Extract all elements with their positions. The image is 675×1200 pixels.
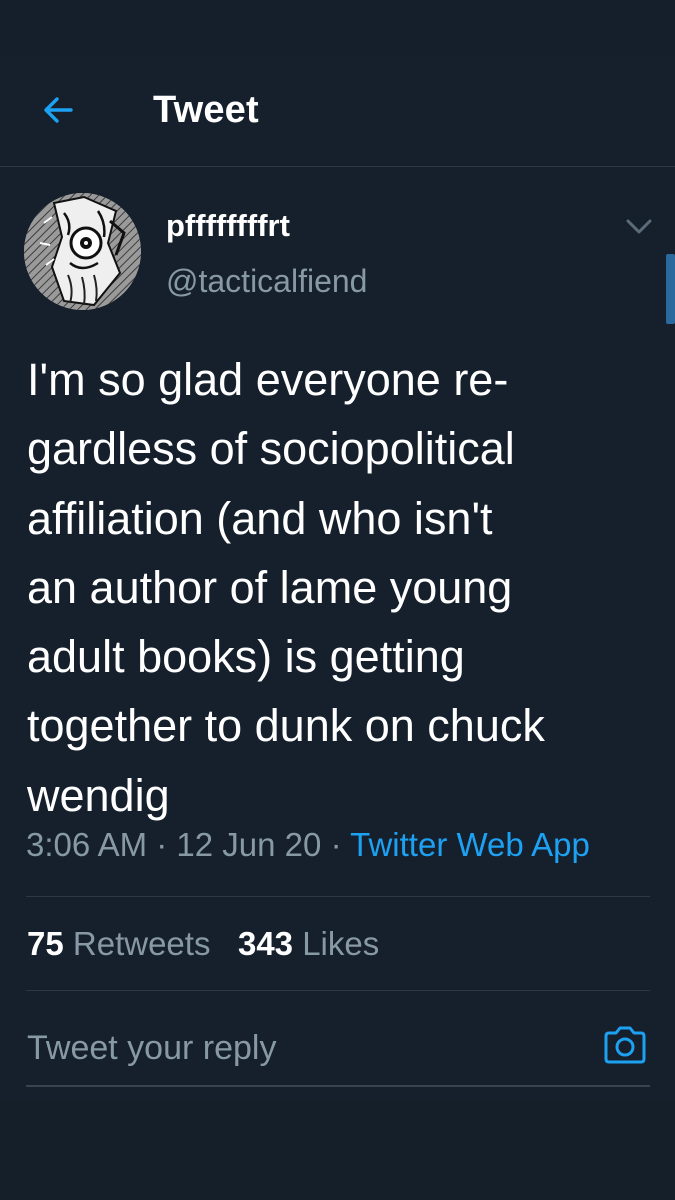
tweet-text-line: adult books) is getting — [27, 631, 465, 683]
tweet-detail: pffffffffrt @tacticalfiend I'm so glad e… — [0, 168, 675, 1100]
likes-stat[interactable]: 343 Likes — [238, 925, 379, 962]
tweet-time: 3:06 AM — [26, 826, 148, 863]
chevron-down-icon[interactable] — [622, 214, 656, 238]
avatar-image — [24, 193, 141, 310]
retweets-label: Retweets — [72, 925, 211, 962]
tweet-text-line: gardless of sociopolitical — [27, 423, 515, 475]
tweet-date: 12 Jun 20 — [176, 826, 322, 863]
likes-count: 343 — [237, 925, 294, 962]
meta-separator: · — [330, 826, 342, 863]
page-title: Tweet — [153, 89, 259, 131]
meta-separator: · — [156, 826, 168, 863]
tweet-text-line: affiliation (and who isn't — [27, 492, 493, 544]
camera-icon[interactable] — [601, 1024, 649, 1066]
top-app-bar: Tweet — [0, 56, 675, 167]
tweet-text: I'm so glad everyone re- gardless of soc… — [27, 345, 657, 830]
divider — [26, 896, 650, 897]
likes-label: Likes — [302, 925, 380, 962]
tweet-text-line: I'm so glad everyone re- — [27, 354, 509, 405]
status-bar — [0, 0, 675, 56]
avatar[interactable] — [24, 193, 141, 310]
author-handle[interactable]: @tacticalfiend — [166, 262, 367, 300]
retweets-count: 75 — [27, 925, 64, 962]
author-display-name[interactable]: pffffffffrt — [166, 208, 290, 244]
tweet-text-line: together to dunk on chuck — [27, 700, 545, 752]
reply-input[interactable]: Tweet your reply — [27, 1028, 276, 1068]
engagement-stats: 75 Retweets 343 Likes — [27, 924, 379, 964]
reply-input-underline — [26, 1085, 650, 1087]
tweet-source-link[interactable]: Twitter Web App — [350, 826, 590, 863]
retweets-stat[interactable]: 75 Retweets — [27, 925, 210, 962]
arrow-left-icon[interactable] — [38, 90, 78, 130]
tweet-text-line: an author of lame young — [27, 561, 513, 613]
tweet-text-line: wendig — [27, 769, 170, 821]
divider — [26, 990, 650, 991]
tweet-metadata: 3:06 AM · 12 Jun 20 · Twitter Web App — [26, 825, 590, 865]
scrollbar-thumb[interactable] — [666, 254, 675, 324]
bottom-area — [0, 1100, 675, 1200]
